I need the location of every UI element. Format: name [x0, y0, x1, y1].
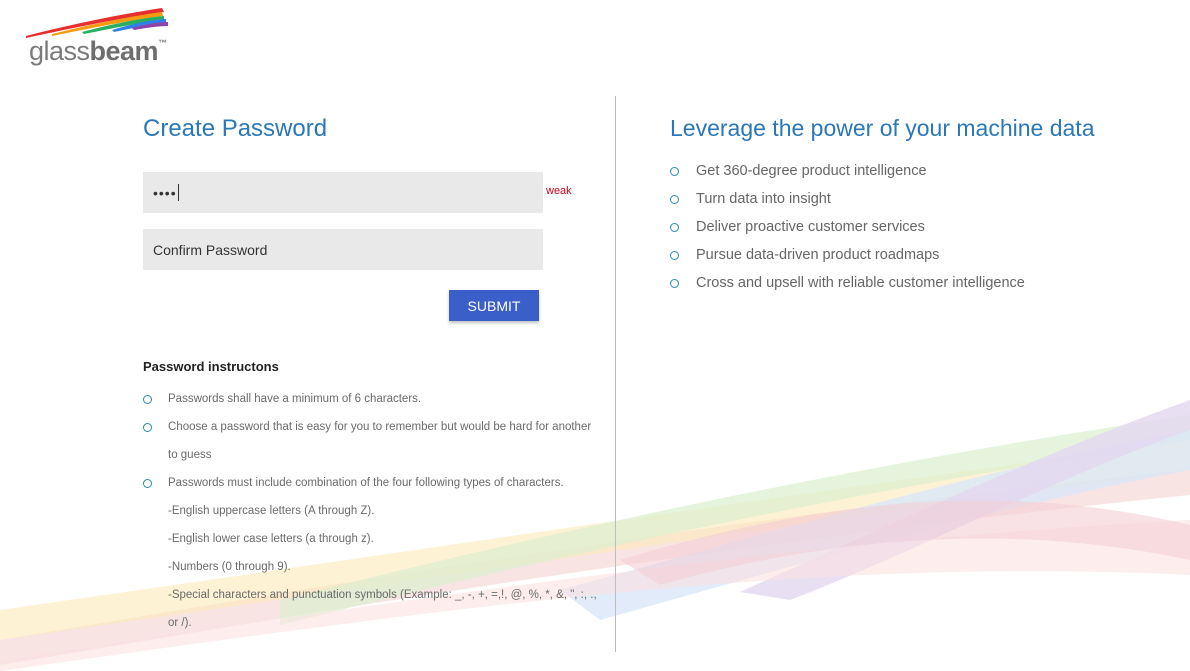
- feature-item: Deliver proactive customer services: [670, 213, 1025, 241]
- bullet-circle-icon: [670, 195, 679, 204]
- instruction-subitem: -Special characters and punctuation symb…: [168, 589, 597, 629]
- instruction-item: Choose a password that is easy for you t…: [143, 413, 603, 469]
- instruction-subitem: -English lower case letters (a through z…: [168, 533, 374, 545]
- feature-item: Turn data into insight: [670, 185, 1025, 213]
- bullet-circle-icon: [143, 395, 152, 404]
- instruction-item: Passwords shall have a minimum of 6 char…: [143, 385, 603, 413]
- logo-wordmark: glassbeam™: [29, 36, 167, 67]
- feature-item: Cross and upsell with reliable customer …: [670, 269, 1025, 297]
- page-title: Create Password: [143, 115, 328, 142]
- instruction-subitem: -Numbers (0 through 9).: [168, 561, 291, 573]
- bullet-circle-icon: [670, 167, 679, 176]
- bullet-circle-icon: [670, 251, 679, 260]
- feature-list: Get 360-degree product intelligence Turn…: [670, 157, 1025, 297]
- feature-text: Deliver proactive customer services: [696, 219, 925, 235]
- bullet-circle-icon: [143, 479, 152, 488]
- bullet-circle-icon: [143, 423, 152, 432]
- password-input[interactable]: ••••: [143, 172, 543, 213]
- instruction-text: Passwords shall have a minimum of 6 char…: [168, 393, 422, 405]
- password-strength-indicator: weak: [546, 185, 572, 197]
- instructions-list: Passwords shall have a minimum of 6 char…: [143, 385, 603, 637]
- glassbeam-logo: glassbeam™: [22, 6, 182, 70]
- feature-text: Cross and upsell with reliable customer …: [696, 275, 1025, 291]
- feature-text: Pursue data-driven product roadmaps: [696, 247, 940, 263]
- vertical-divider: [615, 96, 616, 652]
- marketing-tagline: Leverage the power of your machine data: [670, 115, 1095, 141]
- logo-text-light: glass: [29, 36, 90, 66]
- bullet-circle-icon: [670, 279, 679, 288]
- instruction-text: Choose a password that is easy for you t…: [168, 421, 592, 461]
- instruction-item: Passwords must include combination of th…: [143, 469, 603, 637]
- confirm-password-placeholder: Confirm Password: [153, 241, 268, 258]
- feature-text: Turn data into insight: [696, 191, 831, 207]
- feature-item: Pursue data-driven product roadmaps: [670, 241, 1025, 269]
- bullet-circle-icon: [670, 223, 679, 232]
- logo-trademark: ™: [158, 38, 167, 48]
- confirm-password-input[interactable]: Confirm Password: [143, 229, 543, 270]
- feature-text: Get 360-degree product intelligence: [696, 163, 927, 179]
- instruction-text: Passwords must include combination of th…: [168, 477, 564, 489]
- instructions-heading: Password instructons: [143, 359, 279, 374]
- submit-button[interactable]: SUBMIT: [449, 290, 539, 321]
- logo-text-bold: beam: [89, 36, 159, 66]
- instruction-subitem: -English uppercase letters (A through Z)…: [168, 505, 375, 517]
- feature-item: Get 360-degree product intelligence: [670, 157, 1025, 185]
- password-masked-value: ••••: [153, 184, 177, 201]
- text-caret: [177, 184, 179, 201]
